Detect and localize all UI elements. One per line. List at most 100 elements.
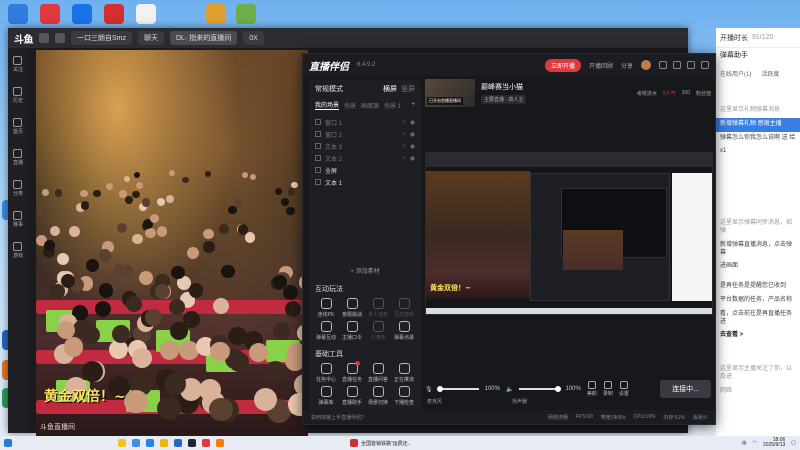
app-icon[interactable] [202,439,210,447]
add-scene-icon[interactable]: + [411,102,415,108]
tool-button[interactable]: 弹幕库 [313,386,339,406]
wifi-icon[interactable]: ◠ [753,440,757,446]
browser-tab[interactable]: 聊天 [138,31,164,45]
mode-selector[interactable]: 常规模式 [315,84,343,94]
stream-preview[interactable]: 黄金双倍！~ [425,152,713,315]
start-icon[interactable] [4,439,12,447]
mail-icon[interactable] [659,61,667,69]
share-link[interactable]: 分享 [621,61,633,70]
close-icon[interactable] [701,61,709,69]
back-icon[interactable] [39,33,49,43]
tool-button[interactable]: 场景切换 [365,386,391,406]
desktop-app-icon[interactable] [206,4,226,24]
source-checkbox[interactable] [315,119,321,125]
eye-icon[interactable]: ◉ [410,119,415,126]
douyu-taskbar-icon[interactable] [216,439,224,447]
eye-icon[interactable]: ◉ [410,155,415,162]
portrait-toggle[interactable]: 竖屏 [401,84,415,94]
add-source-button[interactable]: + 添加素材 [309,266,421,275]
tool-button[interactable]: 主播口令 [339,321,365,341]
source-item[interactable]: 文本 2 ⌂ ◉ [315,152,415,164]
source-checkbox[interactable] [315,143,321,149]
eye-icon[interactable]: ◉ [410,143,415,150]
source-item[interactable]: 文本 3 ⌂ ◉ [315,140,415,152]
tab-activity[interactable]: 活跃度 [761,69,779,78]
tab-my-scenes[interactable]: 我的场景 [315,100,340,110]
source-item[interactable]: 窗口 2 ⌂ ◉ [315,128,415,140]
lock-icon[interactable]: ⌂ [402,143,406,150]
landscape-toggle[interactable]: 横屏 [383,84,397,94]
mic-icon[interactable]: 🎙 [425,386,433,393]
tool-button[interactable]: 弹幕互动 [313,321,339,341]
source-item[interactable]: 文本 1 [315,176,415,188]
sidebar-item-events[interactable]: 赛事 [13,211,23,228]
browser-tab[interactable]: 一口三朗自Smz [71,31,132,45]
app-icon[interactable] [174,439,182,447]
tool-button[interactable]: 小游戏 [365,321,391,341]
tool-button[interactable]: 多人连麦 [365,298,391,318]
notification-icon[interactable]: ▢ [791,440,796,446]
desktop-app-icon[interactable] [104,4,124,24]
live-video[interactable]: 黄金双倍！~ 斗鱼直播间 [36,50,308,436]
menu-icon[interactable] [673,61,681,69]
desktop-app-icon[interactable] [8,4,28,24]
source-checkbox[interactable] [315,131,321,137]
folder-icon[interactable] [160,439,168,447]
start-live-button[interactable]: 立即开播 [544,58,581,72]
connect-button[interactable]: 连接中... [660,380,711,398]
sidebar-item-history[interactable]: 历史 [13,87,23,104]
speaker-icon[interactable]: 🔈 [506,386,513,393]
tool-button[interactable]: 直播任务 [339,361,365,383]
view-more-link[interactable]: 去查看 > [716,329,800,343]
tool-button[interactable]: 下播检查 [391,386,417,406]
source-item[interactable]: 全屏 [315,164,415,176]
browser-tab-active[interactable]: DL· 指来的直播间 [170,31,238,45]
mic-volume-slider[interactable] [436,386,479,392]
room-name[interactable]: 巅峰赛当小猫 [481,82,526,92]
source-checkbox[interactable] [315,179,321,185]
tool-button[interactable]: 直播问答 [365,363,391,383]
input-language[interactable]: 中 [742,440,747,447]
browser-tab[interactable]: 0X [243,31,264,45]
help-link[interactable]: 如何快速上手直播伴侣? [311,414,364,421]
edge-icon[interactable] [146,439,154,447]
source-item[interactable]: 窗口 1 ⌂ ◉ [315,116,415,128]
refresh-icon[interactable] [55,33,65,43]
minimize-icon[interactable] [687,61,695,69]
source-checkbox[interactable] [315,155,321,161]
tool-button[interactable]: 答题挑战 [339,298,365,318]
desktop-file-icon[interactable] [136,4,156,24]
desktop-app-icon[interactable] [40,4,60,24]
live-review-link[interactable]: 开播回顾 [589,61,613,70]
tool-button[interactable]: 任务中心 [313,363,339,383]
lock-icon[interactable]: ⌂ [402,119,406,126]
steam-icon[interactable] [188,439,196,447]
desktop-app-icon[interactable] [236,4,256,24]
room-category-tag[interactable]: 主要直播 · 真人主 [481,95,527,104]
avatar[interactable] [641,60,651,70]
speaker-volume-slider[interactable] [519,386,562,392]
sidebar-item-live[interactable]: 直播 [13,149,23,166]
beauty-button[interactable]: 美颜 [587,381,597,397]
source-checkbox[interactable] [315,167,321,173]
tab-online-users[interactable]: 在线用户(1) [720,69,751,78]
sidebar-item-games[interactable]: 游戏 [13,242,23,259]
sidebar-item-follow[interactable]: 关注 [13,56,23,73]
lock-icon[interactable]: ⌂ [402,131,406,138]
eye-icon[interactable]: ◉ [410,131,415,138]
tab-scene[interactable]: 场景 [344,101,356,110]
tab-sources[interactable]: 画面源 [361,101,379,110]
sidebar-item-category[interactable]: 分类 [13,180,23,197]
desktop-app-icon[interactable] [72,4,92,24]
tool-button[interactable]: 连线PK [313,298,339,318]
tab-scene-1[interactable]: 场景 1 [384,101,401,110]
room-cover[interactable]: 已开启首播直播间 [425,79,475,107]
sidebar-item-home[interactable]: 首页 [13,118,23,135]
lock-icon[interactable]: ⌂ [402,155,406,162]
tool-button[interactable]: 互动游戏 [391,298,417,318]
tool-button[interactable]: 直播助手 [339,386,365,406]
search-icon[interactable] [132,439,140,447]
record-button[interactable]: 录制 [603,381,613,397]
tool-button[interactable]: 正在推流 [391,363,417,383]
tool-button[interactable]: 弹幕点歌 [391,321,417,341]
